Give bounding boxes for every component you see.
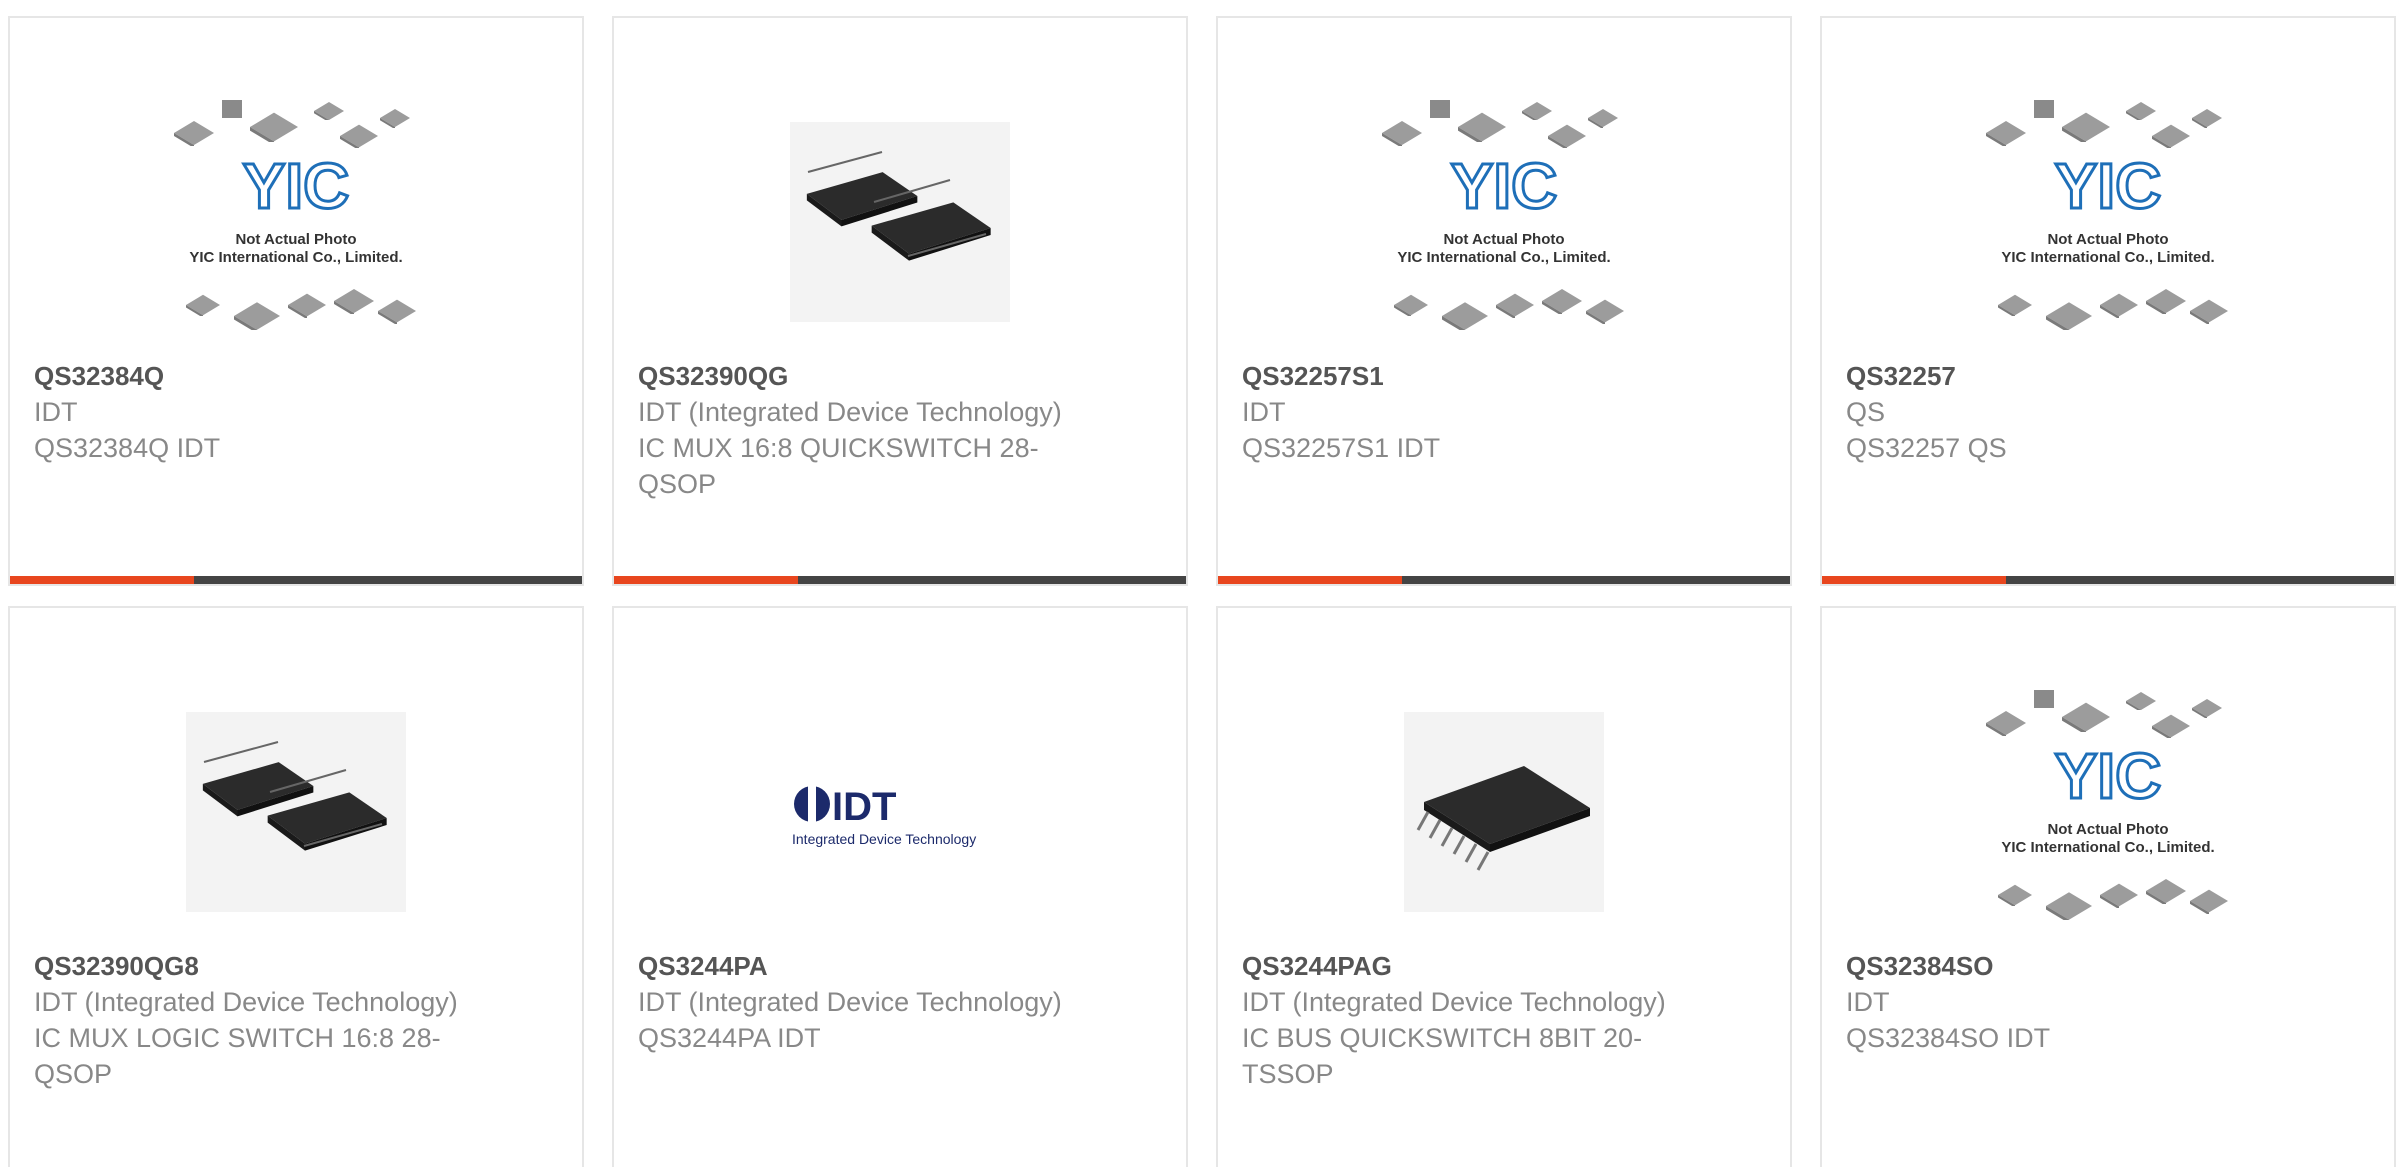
description: QS32384SO IDT bbox=[1846, 1023, 2051, 1053]
description: QS32384Q IDT bbox=[34, 433, 221, 463]
product-grid: YIC Not Actual Photo YIC International C… bbox=[0, 0, 2400, 1167]
product-image-yic-placeholder: YIC Not Actual Photo YIC International C… bbox=[164, 90, 428, 354]
product-image-yic-placeholder: YIC Not Actual Photo YIC International C… bbox=[1372, 90, 1636, 354]
product-image-yic-placeholder: YIC Not Actual Photo YIC International C… bbox=[1976, 90, 2240, 354]
product-card[interactable]: IDT Integrated Device Technology QS3244P… bbox=[612, 606, 1188, 1167]
svg-text:YIC International Co., Limited: YIC International Co., Limited. bbox=[2001, 839, 2214, 856]
product-info: QS32390QG8 IDT (Integrated Device Techno… bbox=[34, 948, 474, 1092]
product-info: QS32257 QS QS32257 QS bbox=[1846, 358, 2286, 466]
svg-text:Integrated Device Technology: Integrated Device Technology bbox=[792, 831, 976, 847]
part-number[interactable]: QS32257S1 bbox=[1242, 358, 1682, 394]
product-card[interactable]: YIC Not Actual Photo YIC International C… bbox=[1820, 16, 2396, 586]
product-info: QS32390QG IDT (Integrated Device Technol… bbox=[638, 358, 1078, 502]
svg-text:YIC International Co., Limited: YIC International Co., Limited. bbox=[2001, 249, 2214, 266]
svg-text:Not Actual Photo: Not Actual Photo bbox=[2047, 231, 2168, 248]
part-number[interactable]: QS32390QG bbox=[638, 358, 1078, 394]
yic-logo: YIC bbox=[2055, 150, 2162, 222]
yic-logo: YIC bbox=[2055, 740, 2162, 812]
description: IC MUX 16:8 QUICKSWITCH 28-QSOP bbox=[638, 433, 1039, 499]
part-number[interactable]: QS3244PA bbox=[638, 948, 1078, 984]
product-image-yic-placeholder: YIC Not Actual Photo YIC International C… bbox=[1976, 680, 2240, 944]
part-number[interactable]: QS32384Q bbox=[34, 358, 474, 394]
manufacturer: IDT bbox=[34, 397, 78, 427]
product-info: QS3244PAG IDT (Integrated Device Technol… bbox=[1242, 948, 1682, 1092]
manufacturer: IDT (Integrated Device Technology) bbox=[638, 987, 1062, 1017]
product-info: QS32384SO IDT QS32384SO IDT bbox=[1846, 948, 2286, 1056]
product-card[interactable]: YIC Not Actual Photo YIC International C… bbox=[8, 16, 584, 586]
description: IC BUS QUICKSWITCH 8BIT 20-TSSOP bbox=[1242, 1023, 1643, 1089]
manufacturer: IDT (Integrated Device Technology) bbox=[638, 397, 1062, 427]
product-image-ic-chips bbox=[768, 90, 1032, 354]
product-info: QS32257S1 IDT QS32257S1 IDT bbox=[1242, 358, 1682, 466]
card-bottom-bar bbox=[1822, 576, 2394, 584]
part-number[interactable]: QS32257 bbox=[1846, 358, 2286, 394]
svg-text:YIC International Co., Limited: YIC International Co., Limited. bbox=[1397, 249, 1610, 266]
description: QS32257S1 IDT bbox=[1242, 433, 1441, 463]
part-number[interactable]: QS32390QG8 bbox=[34, 948, 474, 984]
card-bottom-bar bbox=[614, 576, 1186, 584]
card-accent-bar bbox=[1218, 576, 1402, 584]
card-bottom-bar bbox=[1218, 576, 1790, 584]
description: QS32257 QS bbox=[1846, 433, 2007, 463]
product-card[interactable]: YIC Not Actual Photo YIC International C… bbox=[1820, 606, 2396, 1167]
idt-logo: IDT bbox=[832, 785, 896, 829]
product-info: QS32384Q IDT QS32384Q IDT bbox=[34, 358, 474, 466]
svg-text:Not Actual Photo: Not Actual Photo bbox=[2047, 821, 2168, 838]
part-number[interactable]: QS3244PAG bbox=[1242, 948, 1682, 984]
svg-text:Not Actual Photo: Not Actual Photo bbox=[1443, 231, 1564, 248]
product-card[interactable]: QS3244PAG IDT (Integrated Device Technol… bbox=[1216, 606, 1792, 1167]
svg-text:YIC International Co., Limited: YIC International Co., Limited. bbox=[189, 249, 402, 266]
card-accent-bar bbox=[1822, 576, 2006, 584]
manufacturer: IDT (Integrated Device Technology) bbox=[1242, 987, 1666, 1017]
product-info: QS3244PA IDT (Integrated Device Technolo… bbox=[638, 948, 1078, 1056]
manufacturer: IDT bbox=[1846, 987, 1890, 1017]
product-card[interactable]: YIC Not Actual Photo YIC International C… bbox=[1216, 16, 1792, 586]
product-image-tssop-chip bbox=[1372, 680, 1636, 944]
card-accent-bar bbox=[10, 576, 194, 584]
description: IC MUX LOGIC SWITCH 16:8 28-QSOP bbox=[34, 1023, 441, 1089]
product-card[interactable]: QS32390QG8 IDT (Integrated Device Techno… bbox=[8, 606, 584, 1167]
yic-logo: YIC bbox=[1451, 150, 1558, 222]
part-number[interactable]: QS32384SO bbox=[1846, 948, 2286, 984]
product-card[interactable]: QS32390QG IDT (Integrated Device Technol… bbox=[612, 16, 1188, 586]
card-bottom-bar bbox=[10, 576, 582, 584]
manufacturer: QS bbox=[1846, 397, 1886, 427]
svg-text:Not Actual Photo: Not Actual Photo bbox=[235, 231, 356, 248]
manufacturer: IDT bbox=[1242, 397, 1286, 427]
manufacturer: IDT (Integrated Device Technology) bbox=[34, 987, 458, 1017]
product-image-idt-logo: IDT Integrated Device Technology bbox=[768, 680, 1032, 944]
product-image-ic-chips bbox=[164, 680, 428, 944]
card-accent-bar bbox=[614, 576, 798, 584]
description: QS3244PA IDT bbox=[638, 1023, 821, 1053]
yic-logo: YIC bbox=[243, 150, 350, 222]
